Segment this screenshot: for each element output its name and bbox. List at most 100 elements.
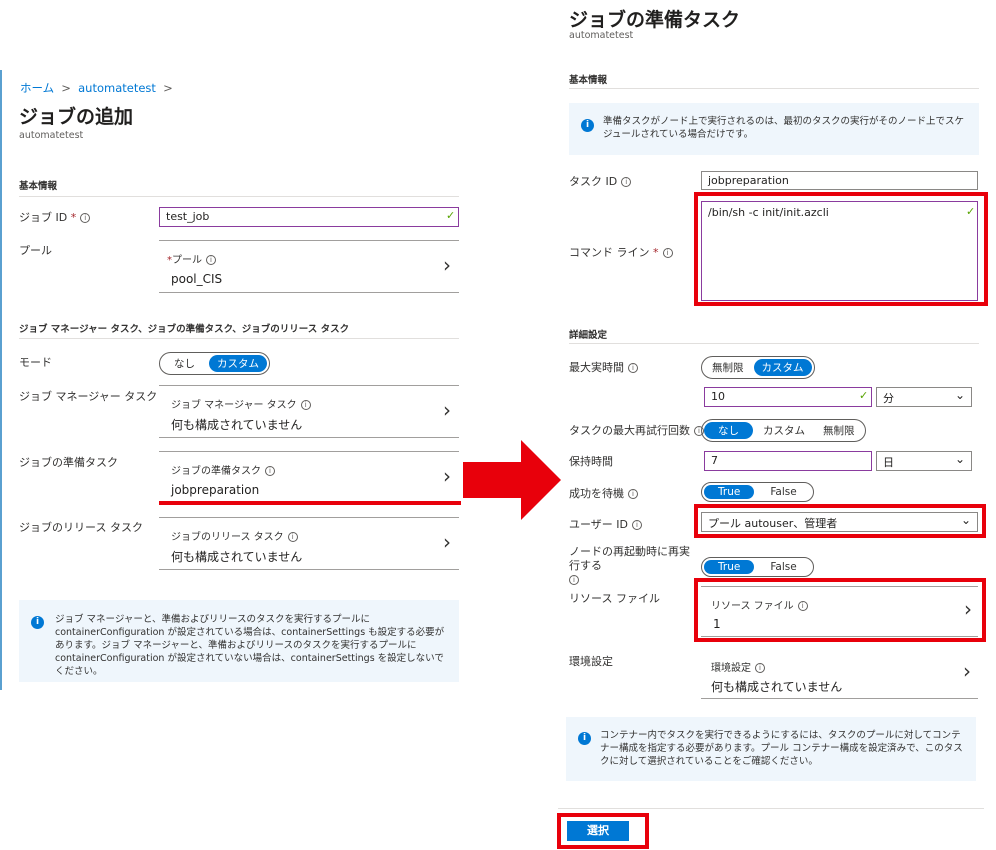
info-icon[interactable]: i <box>632 520 642 530</box>
retention-unit-select[interactable]: 日 ⌄ <box>876 451 972 471</box>
chevron-right-icon: › <box>443 464 451 488</box>
max-runtime-unit-select[interactable]: 分 ⌄ <box>876 387 972 407</box>
info-icon[interactable]: i <box>755 663 765 673</box>
pool-card-title: *プール i <box>167 251 216 266</box>
max-runtime-label-text: 最大実時間 <box>569 361 624 374</box>
task-id-label-text: タスク ID <box>569 175 618 188</box>
mode-option-custom[interactable]: カスタム <box>209 355 267 372</box>
section-advanced: 詳細設定 <box>569 330 608 341</box>
breadcrumb: ホーム > automatetest > <box>20 80 173 96</box>
info-icon[interactable]: i <box>265 466 275 476</box>
max-retry-option-custom[interactable]: カスタム <box>755 422 813 439</box>
panel-edge <box>0 70 2 690</box>
chevron-right-icon: › <box>443 530 451 554</box>
rerun-option-false[interactable]: False <box>756 560 810 574</box>
container-info-box: i ジョブ マネージャーと、準備およびリリースのタスクを実行するプールに con… <box>19 600 459 682</box>
wait-success-option-false[interactable]: False <box>756 485 810 499</box>
release-task-card-title: ジョブのリリース タスク i <box>171 528 298 543</box>
task-id-input[interactable]: jobpreparation <box>701 171 978 190</box>
info-icon[interactable]: i <box>621 177 632 187</box>
container-config-info-text: コンテナー内でタスクを実行できるようにするには、タスクのプールに対してコンテナー… <box>600 730 963 767</box>
task-id-label: タスク ID i <box>569 173 632 189</box>
env-settings-card[interactable]: 環境設定 i 何も構成されていません › <box>701 649 978 699</box>
wait-success-option-true[interactable]: True <box>704 485 755 499</box>
highlight-box-select <box>557 813 649 849</box>
max-runtime-option-custom[interactable]: カスタム <box>753 359 812 376</box>
info-icon[interactable]: i <box>80 213 91 223</box>
divider <box>569 343 979 344</box>
max-runtime-toggle[interactable]: 無制限 カスタム <box>701 356 815 379</box>
prep-info-box: i 準備タスクがノード上で実行されるのは、最初のタスクの実行がそのノード上でスケ… <box>569 103 979 155</box>
job-id-label: ジョブ ID * i <box>19 209 91 225</box>
panel-subtitle: automatetest <box>569 30 634 41</box>
breadcrumb-separator: > <box>159 81 173 95</box>
breadcrumb-home[interactable]: ホーム <box>20 81 54 95</box>
max-retry-option-unlimited[interactable]: 無制限 <box>815 422 863 439</box>
prep-task-card-value: jobpreparation <box>171 483 260 497</box>
wait-success-toggle[interactable]: True False <box>701 482 814 502</box>
info-icon[interactable]: i <box>569 575 579 585</box>
info-icon[interactable]: i <box>287 532 298 542</box>
command-line-label-text: コマンド ライン <box>569 246 650 259</box>
job-id-label-text: ジョブ ID <box>19 211 68 224</box>
divider <box>558 808 984 809</box>
breadcrumb-automatetest[interactable]: automatetest <box>78 81 156 95</box>
rerun-toggle[interactable]: True False <box>701 557 814 577</box>
rerun-label: ノードの再起動時に再実行する i <box>569 545 699 587</box>
rerun-option-true[interactable]: True <box>704 560 755 574</box>
resource-files-label: リソース ファイル <box>569 592 660 605</box>
info-icon[interactable]: i <box>206 255 216 265</box>
max-retry-label: タスクの最大再試行回数 i <box>569 422 704 438</box>
info-icon[interactable]: i <box>628 489 638 499</box>
chevron-down-icon: ⌄ <box>954 452 965 466</box>
arrow-right-icon <box>463 440 561 520</box>
pool-label: プール <box>19 244 52 257</box>
info-icon[interactable]: i <box>662 248 673 258</box>
container-config-info-box: i コンテナー内でタスクを実行できるようにするには、タスクのプールに対してコンテ… <box>566 717 976 781</box>
retention-input[interactable]: 7 <box>704 451 872 471</box>
release-task-card[interactable]: ジョブのリリース タスク i 何も構成されていません › <box>159 517 459 570</box>
release-task-card-value: 何も構成されていません <box>171 550 303 564</box>
manager-task-card-title-text: ジョブ マネージャー タスク <box>171 400 297 411</box>
max-runtime-unit-value: 分 <box>883 392 894 405</box>
pool-card[interactable]: *プール i pool_CIS › <box>159 240 459 293</box>
highlight-box-user-id <box>694 504 986 538</box>
info-icon[interactable]: i <box>300 400 311 410</box>
pool-card-value: pool_CIS <box>171 272 223 286</box>
max-runtime-input[interactable]: 10 <box>704 387 872 407</box>
divider <box>19 338 459 339</box>
prep-info-text: 準備タスクがノード上で実行されるのは、最初のタスクの実行がそのノード上でスケジュ… <box>603 116 965 140</box>
env-settings-card-title: 環境設定 i <box>711 659 765 674</box>
pool-card-title-text: プール <box>172 255 202 266</box>
divider <box>569 88 979 89</box>
manager-task-card[interactable]: ジョブ マネージャー タスク i 何も構成されていません › <box>159 385 459 438</box>
user-id-label-text: ユーザー ID <box>569 518 628 531</box>
max-retry-toggle[interactable]: なし カスタム 無制限 <box>701 419 866 442</box>
chevron-right-icon: › <box>443 398 451 422</box>
prep-task-card[interactable]: ジョブの準備タスク i jobpreparation › <box>159 451 459 503</box>
section-tasks: ジョブ マネージャー タスク、ジョブの準備タスク、ジョブのリリース タスク <box>19 324 350 335</box>
check-icon: ✓ <box>859 389 869 402</box>
info-icon[interactable]: i <box>628 363 638 373</box>
prep-task-label: ジョブの準備タスク <box>19 456 118 469</box>
mode-option-none[interactable]: なし <box>162 355 207 372</box>
job-id-input[interactable]: test_job <box>159 207 459 227</box>
info-icon: i <box>578 732 591 745</box>
max-retry-option-none[interactable]: なし <box>704 422 753 439</box>
max-runtime-option-unlimited[interactable]: 無制限 <box>704 359 752 376</box>
chevron-right-icon: › <box>963 659 971 683</box>
prep-task-card-title-text: ジョブの準備タスク <box>171 466 261 477</box>
wait-success-label-text: 成功を待機 <box>569 487 624 500</box>
manager-task-card-title: ジョブ マネージャー タスク i <box>171 396 311 411</box>
divider <box>19 196 459 197</box>
page-title: ジョブの追加 <box>19 106 134 128</box>
max-runtime-label: 最大実時間 i <box>569 359 638 375</box>
wait-success-label: 成功を待機 i <box>569 485 638 501</box>
required-mark: * <box>67 211 77 224</box>
release-task-label: ジョブのリリース タスク <box>19 521 143 534</box>
retention-label: 保持時間 <box>569 455 613 468</box>
section-basic: 基本情報 <box>569 75 608 86</box>
breadcrumb-separator: > <box>57 81 75 95</box>
rerun-label-text: ノードの再起動時に再実行する <box>569 545 690 572</box>
mode-toggle[interactable]: なし カスタム <box>159 352 270 375</box>
